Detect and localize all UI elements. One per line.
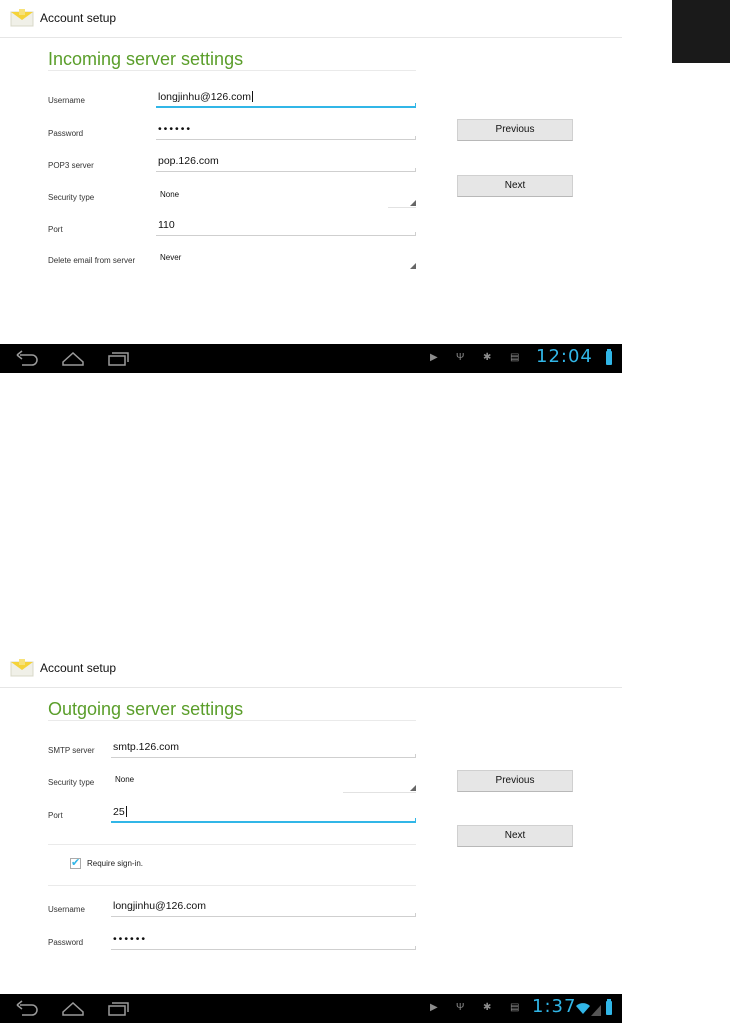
require-signin-checkbox[interactable]: ✔ [70, 857, 81, 869]
next-button[interactable]: Next [457, 175, 573, 197]
delete-email-label: Delete email from server [48, 256, 136, 265]
outgoing-settings-screen: Account setup Outgoing server settings S… [0, 650, 622, 1023]
dropdown-arrow-icon [410, 785, 416, 791]
page-side-block [672, 0, 730, 63]
status-clock: 12:04 [536, 346, 593, 367]
system-navigation-bar: ▶ Ψ ✱ ▤ 12:04 [0, 344, 622, 373]
security-type-spinner[interactable]: None [113, 771, 416, 793]
play-icon: ▶ [430, 1002, 438, 1013]
port-field[interactable]: 110 [156, 214, 416, 236]
password-field[interactable]: •••••• [111, 928, 416, 950]
password-field[interactable]: •••••• [156, 118, 416, 140]
previous-button[interactable]: Previous [457, 770, 573, 792]
pop3-server-field[interactable]: pop.126.com [156, 150, 416, 172]
username-value: longjinhu@126.com [113, 900, 206, 912]
email-envelope-icon[interactable] [10, 659, 34, 677]
section-divider [48, 844, 416, 845]
previous-button[interactable]: Previous [457, 119, 573, 141]
username-label: Username [48, 905, 85, 914]
play-icon: ▶ [430, 352, 438, 363]
port-label: Port [48, 225, 63, 234]
security-type-label: Security type [48, 193, 95, 202]
text-caret [125, 806, 127, 817]
security-type-value: None [115, 775, 135, 784]
debug-icon: ✱ [483, 1002, 492, 1013]
action-bar: Account setup [0, 0, 622, 38]
battery-icon [606, 999, 612, 1015]
smtp-server-value: smtp.126.com [113, 741, 179, 753]
dropdown-arrow-icon [410, 263, 416, 269]
password-value: •••••• [113, 933, 148, 945]
home-icon[interactable] [62, 350, 84, 371]
smtp-server-label: SMTP server [48, 746, 95, 755]
password-value: •••••• [158, 123, 193, 135]
recent-apps-icon[interactable] [108, 1000, 130, 1021]
action-bar: Account setup [0, 650, 622, 688]
port-label: Port [48, 811, 63, 820]
usb-icon: Ψ [456, 1002, 465, 1013]
username-label: Username [48, 96, 85, 105]
action-bar-title: Account setup [40, 11, 117, 25]
heading-divider [48, 70, 416, 71]
security-type-label: Security type [48, 778, 95, 787]
incoming-settings-screen: Account setup Incoming server settings U… [0, 0, 622, 373]
smtp-server-field[interactable]: smtp.126.com [111, 736, 416, 758]
action-bar-title: Account setup [40, 661, 117, 675]
require-signin-row[interactable]: ✔ Require sign-in. [70, 857, 144, 869]
system-navigation-bar: ▶ Ψ ✱ ▤ 1:37 [0, 994, 622, 1023]
home-icon[interactable] [62, 1000, 84, 1021]
delete-email-spinner[interactable]: Never [158, 249, 416, 271]
heading-divider [48, 720, 416, 721]
usb-icon: Ψ [456, 352, 465, 363]
security-type-value: None [160, 190, 180, 199]
dropdown-arrow-icon [410, 200, 416, 206]
signal-icon [591, 1003, 601, 1021]
username-value: longjinhu@126.com [158, 91, 251, 103]
wifi-icon [576, 1002, 590, 1020]
sd-card-icon: ▤ [510, 352, 520, 363]
checkmark-icon: ✔ [71, 857, 81, 869]
section-divider [48, 885, 416, 886]
recent-apps-icon[interactable] [108, 350, 130, 371]
delete-email-value: Never [160, 253, 182, 262]
status-clock: 1:37 [532, 996, 577, 1017]
next-button[interactable]: Next [457, 825, 573, 847]
text-caret [251, 91, 253, 102]
battery-icon [606, 349, 612, 365]
page-title: Outgoing server settings [48, 699, 244, 719]
security-type-spinner[interactable]: None [158, 186, 416, 208]
port-value: 110 [158, 219, 175, 231]
username-field[interactable]: longjinhu@126.com [111, 895, 416, 917]
username-field[interactable]: longjinhu@126.com [156, 86, 416, 108]
password-label: Password [48, 938, 84, 947]
back-icon[interactable] [16, 350, 38, 371]
pop3-server-value: pop.126.com [158, 155, 219, 167]
sd-card-icon: ▤ [510, 1002, 520, 1013]
back-icon[interactable] [16, 1000, 38, 1021]
debug-icon: ✱ [483, 352, 492, 363]
page-title: Incoming server settings [48, 49, 244, 69]
require-signin-label: Require sign-in. [87, 859, 144, 868]
port-value: 25 [113, 806, 125, 818]
port-field[interactable]: 25 [111, 801, 416, 823]
password-label: Password [48, 129, 84, 138]
pop3-server-label: POP3 server [48, 161, 94, 170]
email-envelope-icon[interactable] [10, 9, 34, 27]
